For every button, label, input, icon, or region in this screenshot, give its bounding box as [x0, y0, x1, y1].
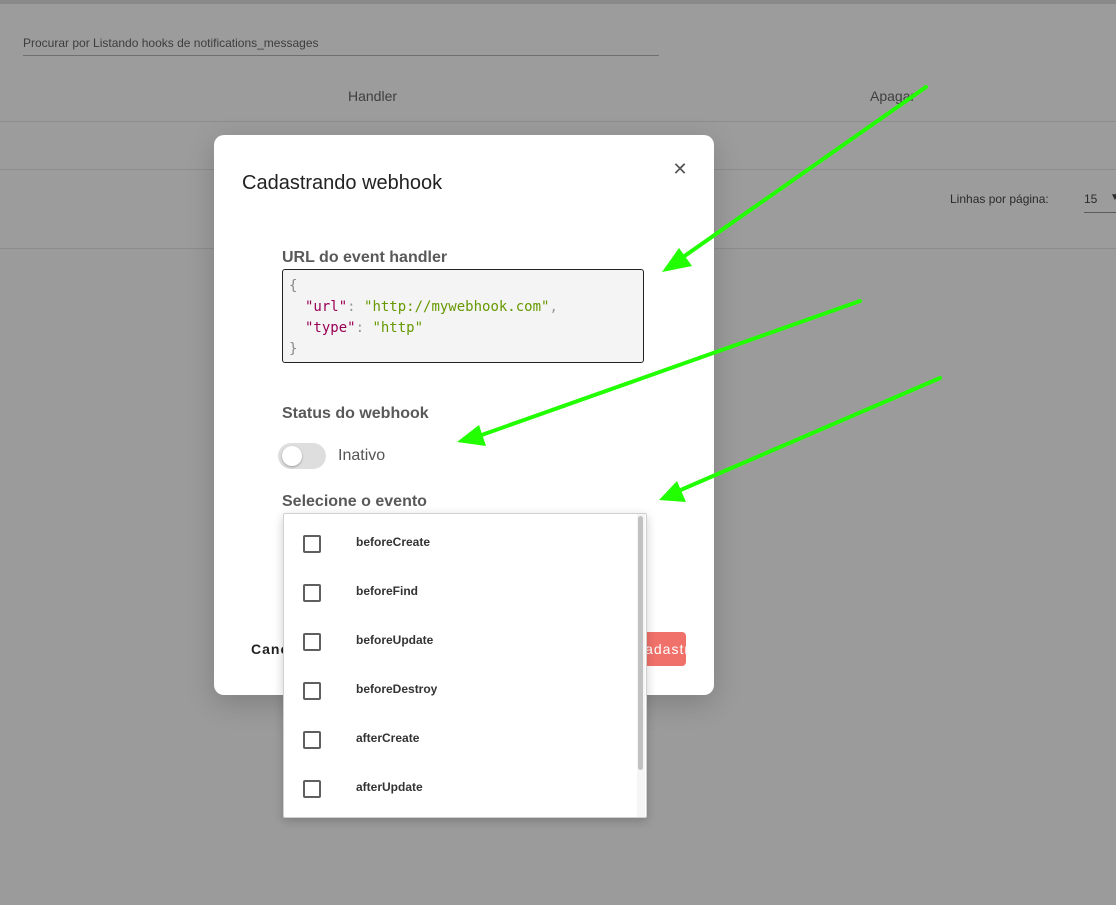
event-option[interactable]: beforeUpdate	[284, 620, 634, 669]
rows-per-page-label: Linhas por página:	[950, 192, 1049, 206]
toggle-knob	[282, 446, 302, 466]
checkbox[interactable]	[303, 584, 321, 602]
json-type-value: "http"	[372, 320, 424, 336]
url-json-editor[interactable]: { "url": "http://mywebhook.com", "type":…	[282, 269, 644, 363]
status-toggle[interactable]	[278, 443, 326, 469]
column-header-apagar[interactable]: Apagar	[870, 88, 915, 104]
json-close-brace: }	[289, 341, 298, 357]
event-option[interactable]: afterUpdate	[284, 767, 634, 816]
arrow-to-event-select	[674, 376, 942, 494]
event-option-label: beforeFind	[356, 584, 418, 598]
event-option-label: beforeDestroy	[356, 682, 438, 696]
event-option-label: afterCreate	[356, 731, 420, 745]
event-dropdown[interactable]: beforeCreate beforeFind beforeUpdate bef…	[283, 513, 647, 818]
scrollbar-thumb[interactable]	[638, 516, 643, 770]
checkbox[interactable]	[303, 682, 321, 700]
json-url-value: "http://mywebhook.com"	[364, 299, 550, 315]
close-icon[interactable]: ✕	[670, 159, 690, 179]
event-option[interactable]: beforeDestroy	[284, 669, 634, 718]
checkbox[interactable]	[303, 535, 321, 553]
json-open-brace: {	[289, 278, 298, 294]
event-label: Selecione o evento	[282, 493, 427, 510]
json-url-key: "url"	[305, 299, 348, 315]
event-option[interactable]: beforeFind	[284, 571, 634, 620]
json-type-key: "type"	[305, 320, 356, 336]
status-value: Inativo	[338, 447, 386, 464]
rows-per-page-select[interactable]: 15	[1084, 192, 1097, 206]
dropdown-scrollbar[interactable]	[637, 514, 645, 817]
event-option-label: afterUpdate	[356, 780, 423, 794]
event-option[interactable]: afterCreate	[284, 718, 634, 767]
dialog-title: Cadastrando webhook	[242, 172, 443, 194]
event-option[interactable]: beforeCreate	[284, 522, 634, 571]
table-divider	[0, 121, 1116, 122]
url-label: URL do event handler	[282, 249, 448, 266]
event-option-label: beforeUpdate	[356, 633, 434, 647]
checkbox[interactable]	[303, 780, 321, 798]
checkbox[interactable]	[303, 633, 321, 651]
column-header-handler[interactable]: Handler	[348, 88, 397, 104]
checkbox[interactable]	[303, 731, 321, 749]
rows-per-page-underline	[1084, 212, 1116, 213]
event-option-label: beforeCreate	[356, 535, 431, 549]
chevron-down-icon[interactable]: ▼	[1110, 192, 1116, 203]
search-input[interactable]: Procurar por Listando hooks de notificat…	[23, 33, 659, 56]
status-label: Status do webhook	[282, 405, 429, 422]
